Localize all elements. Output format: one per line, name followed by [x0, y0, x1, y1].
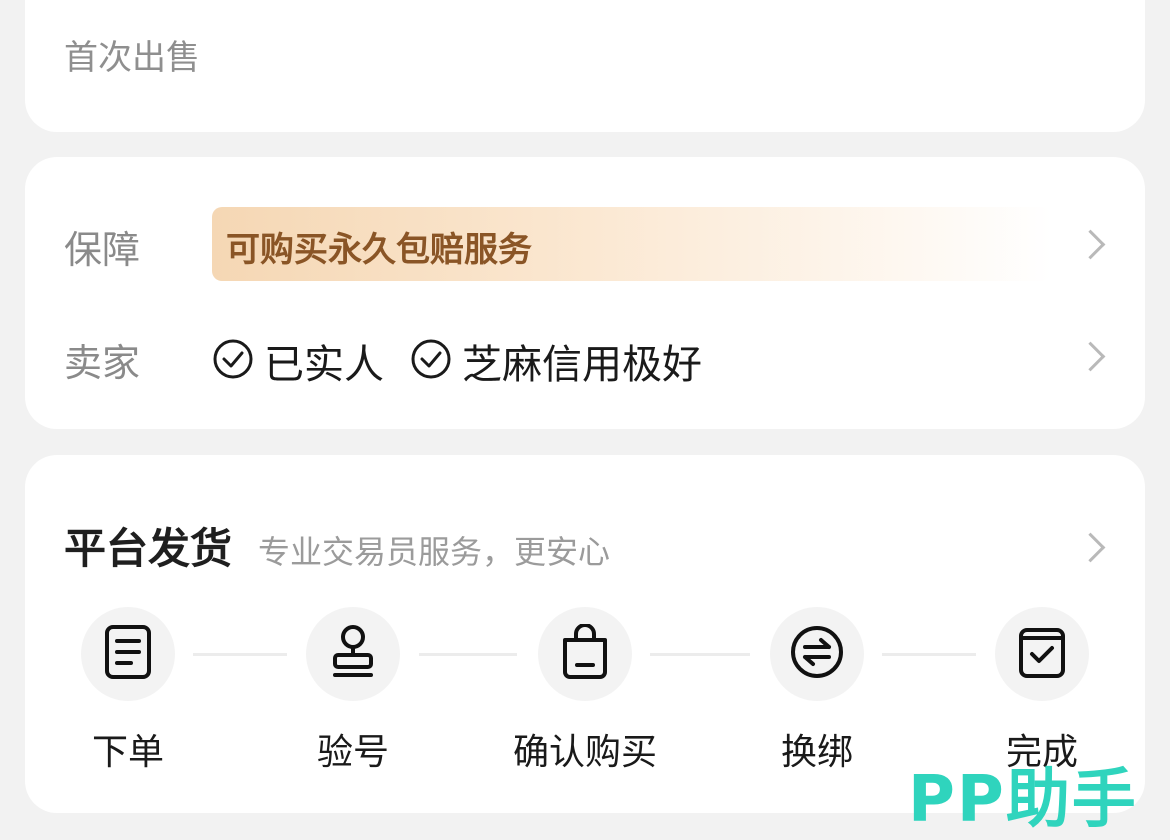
step-icon-circle	[306, 607, 400, 701]
first-sale-card: 首次出售	[25, 0, 1145, 132]
guarantee-banner[interactable]: 可购买永久包赔服务	[212, 207, 1052, 281]
step-icon-circle	[538, 607, 632, 701]
step-item: 确认购买	[475, 607, 695, 775]
seller-tags: 已实人 芝麻信用极好	[212, 332, 728, 390]
delivery-subtitle: 专业交易员服务，更安心	[258, 533, 611, 571]
guarantee-label: 保障	[64, 228, 141, 272]
step-icon-circle	[770, 607, 864, 701]
delivery-steps: 下单 验号 确认购买 换绑 完成	[25, 607, 1145, 773]
check-circle-icon	[212, 338, 254, 384]
chevron-right-icon[interactable]	[1075, 229, 1106, 260]
seller-tag-credit: 芝麻信用极好	[462, 342, 702, 388]
seller-tag-verified: 已实人	[264, 342, 384, 388]
check-circle-icon	[410, 338, 452, 384]
step-item: 验号	[243, 607, 463, 775]
step-label: 验号	[316, 732, 389, 773]
delivery-title: 平台发货	[64, 524, 233, 573]
delivery-header: 平台发货 专业交易员服务，更安心	[64, 515, 610, 576]
chevron-right-icon[interactable]	[1075, 341, 1106, 372]
chevron-right-icon[interactable]	[1075, 532, 1106, 563]
stamp-icon	[330, 624, 376, 684]
first-sale-text: 首次出售	[64, 38, 200, 78]
shopping-bag-icon	[560, 623, 610, 684]
document-icon	[103, 624, 153, 684]
guarantee-seller-card: 保障 可购买永久包赔服务 卖家 已实人 芝麻信用极好	[25, 157, 1145, 429]
guarantee-text: 可购买永久包赔服务	[226, 230, 532, 270]
check-box-icon	[1017, 624, 1067, 684]
step-icon-circle	[995, 607, 1089, 701]
step-item: 换绑	[707, 607, 927, 775]
seller-tag: 芝麻信用极好	[410, 332, 702, 390]
watermark-logo: PP助手	[908, 763, 1138, 837]
step-icon-circle	[81, 607, 175, 701]
swap-icon	[789, 624, 845, 684]
step-item: 下单	[18, 607, 238, 775]
seller-label: 卖家	[64, 341, 141, 385]
step-label: 确认购买	[512, 732, 657, 773]
step-label: 换绑	[780, 732, 853, 773]
seller-tag: 已实人	[212, 332, 384, 390]
step-label: 下单	[91, 732, 164, 773]
